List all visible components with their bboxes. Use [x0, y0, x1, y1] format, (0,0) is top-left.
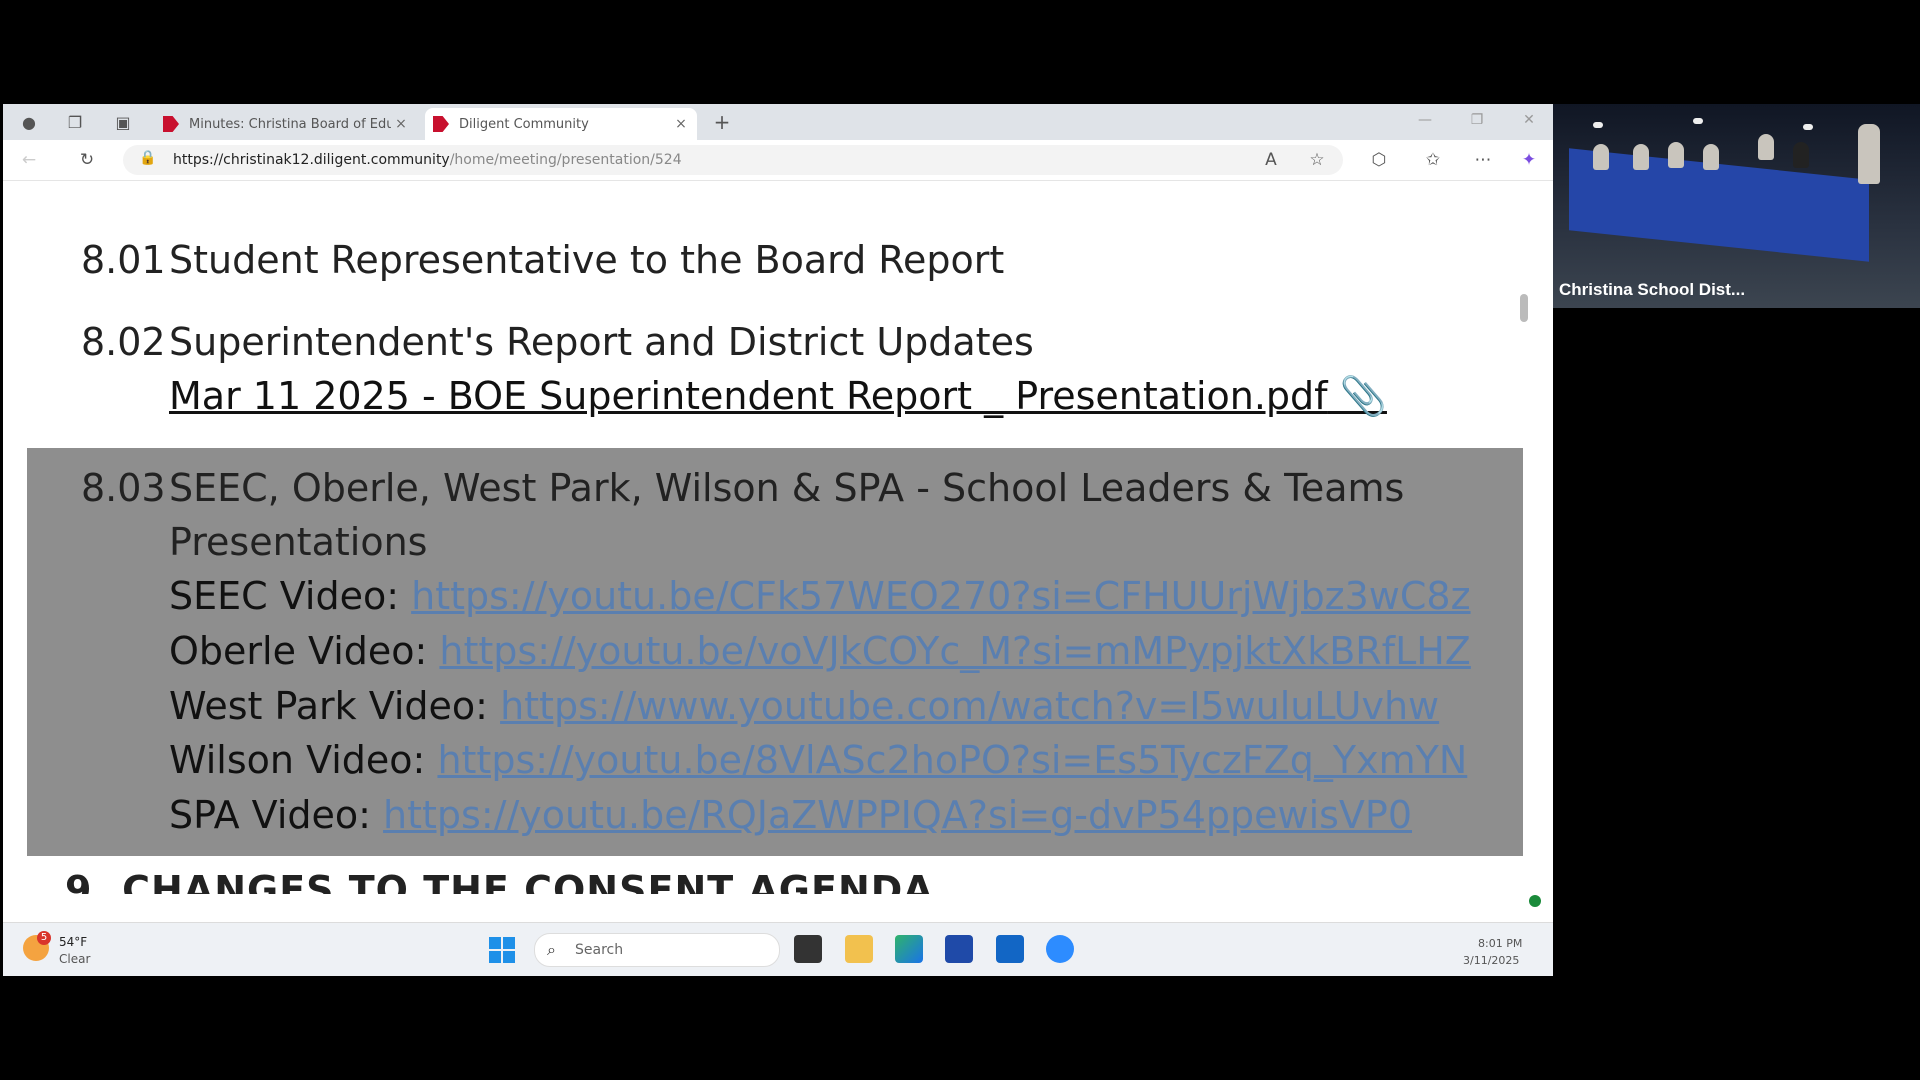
- read-aloud-icon[interactable]: A: [1259, 148, 1283, 172]
- taskbar: 5 54°F Clear ⌕ Search 8:01 PM 3/11/2025: [3, 922, 1553, 976]
- section-heading: 9. CHANGES TO THE CONSENT AGENDA: [65, 868, 934, 894]
- person: [1593, 144, 1609, 170]
- participant-name: Christina School Dist...: [1559, 280, 1746, 299]
- minimize-icon[interactable]: —: [1413, 112, 1437, 128]
- extensions-icon[interactable]: ⬡: [1367, 148, 1391, 172]
- tab-diligent-community[interactable]: Diligent Community ×: [425, 108, 697, 140]
- browser-window: ● ❐ ▣ Minutes: Christina Board of Educ..…: [3, 104, 1553, 976]
- video-row-wilson: Wilson Video: https://youtu.be/8VlASc2ho…: [169, 738, 1468, 782]
- store-icon[interactable]: [945, 935, 973, 963]
- person: [1633, 144, 1649, 170]
- refresh-icon[interactable]: ↻: [75, 148, 99, 172]
- status-dot-icon: [1529, 895, 1541, 907]
- weather-badge: 5: [37, 931, 51, 945]
- search-icon: ⌕: [547, 940, 556, 959]
- agenda-content: 8.01 Student Representative to the Board…: [27, 208, 1523, 894]
- close-window-icon[interactable]: ✕: [1517, 112, 1541, 128]
- video-tile[interactable]: Christina School Dist...: [1553, 104, 1920, 308]
- weather-condition: Clear: [59, 952, 91, 966]
- close-tab-icon[interactable]: ×: [671, 116, 691, 132]
- person: [1858, 124, 1880, 184]
- task-view-icon[interactable]: [794, 935, 822, 963]
- address-toolbar: ← ↻ 🔒 https://christinak12.diligent.comm…: [3, 140, 1553, 181]
- new-tab-button[interactable]: +: [710, 110, 734, 134]
- video-row-oberle: Oberle Video: https://youtu.be/voVJkCOYc…: [169, 629, 1471, 673]
- restore-icon[interactable]: ❐: [1465, 112, 1489, 128]
- outlook-icon[interactable]: [996, 935, 1024, 963]
- diligent-favicon-icon: [433, 116, 449, 132]
- scrollbar-thumb[interactable]: [1520, 294, 1528, 322]
- url-text[interactable]: https://christinak12.diligent.community/…: [173, 152, 682, 168]
- video-link[interactable]: https://youtu.be/8VlASc2hoPO?si=Es5TyczF…: [437, 738, 1467, 782]
- person: [1703, 144, 1719, 170]
- zoom-icon[interactable]: [1046, 935, 1074, 963]
- video-row-spa: SPA Video: https://youtu.be/RQJaZWPPIQA?…: [169, 793, 1413, 837]
- person: [1793, 142, 1809, 168]
- paperclip-icon: 📎: [1327, 374, 1387, 418]
- profile-avatar-icon[interactable]: ●: [17, 110, 41, 134]
- diligent-favicon-icon: [163, 116, 179, 132]
- tab-minutes[interactable]: Minutes: Christina Board of Educ... ×: [155, 108, 417, 140]
- person: [1758, 134, 1774, 160]
- lock-icon[interactable]: 🔒: [139, 150, 157, 168]
- start-windows-icon[interactable]: [489, 937, 515, 963]
- stage-light: [1803, 124, 1813, 130]
- video-link[interactable]: https://youtu.be/RQJaZWPPIQA?si=g-dvP54p…: [383, 793, 1412, 837]
- video-row-seec: SEEC Video: https://youtu.be/CFk57WEO270…: [169, 574, 1471, 618]
- favorite-star-icon[interactable]: ☆: [1305, 148, 1329, 172]
- more-options-icon[interactable]: ⋯: [1471, 148, 1495, 172]
- taskbar-search[interactable]: ⌕ Search: [534, 933, 780, 967]
- clock-time: 8:01 PM: [1478, 937, 1523, 950]
- stage-light: [1693, 118, 1703, 124]
- video-link[interactable]: https://youtu.be/CFk57WEO270?si=CFHUUrjW…: [411, 574, 1470, 618]
- attachment-link[interactable]: Mar 11 2025 - BOE Superintendent Report …: [169, 374, 1387, 419]
- person: [1668, 142, 1684, 168]
- file-explorer-icon[interactable]: [845, 935, 873, 963]
- back-icon[interactable]: ←: [17, 148, 41, 172]
- workspaces-icon[interactable]: ❐: [63, 110, 87, 134]
- clock-date: 3/11/2025: [1463, 954, 1520, 967]
- favorites-icon[interactable]: ✩: [1421, 148, 1445, 172]
- video-link[interactable]: https://youtu.be/voVJkCOYc_M?si=mMPypjkt…: [439, 629, 1470, 673]
- video-row-west-park: West Park Video: https://www.youtube.com…: [169, 684, 1440, 728]
- agenda-item-8-03: 8.03 SEEC, Oberle, West Park, Wilson & S…: [27, 448, 1523, 856]
- close-tab-icon[interactable]: ×: [391, 116, 411, 132]
- vertical-tabs-icon[interactable]: ▣: [111, 110, 135, 134]
- temperature: 54°F: [59, 935, 88, 949]
- video-link[interactable]: https://www.youtube.com/watch?v=I5wuluLU…: [500, 684, 1439, 728]
- copilot-icon[interactable]: ✦: [1517, 148, 1541, 172]
- tab-bar: ● ❐ ▣ Minutes: Christina Board of Educ..…: [3, 104, 1553, 140]
- agenda-item-8-01: 8.01 Student Representative to the Board…: [81, 238, 1005, 282]
- stage-light: [1593, 122, 1603, 128]
- edge-browser-icon[interactable]: [895, 935, 923, 963]
- agenda-item-8-02: 8.02 Superintendent's Report and Distric…: [81, 320, 1387, 419]
